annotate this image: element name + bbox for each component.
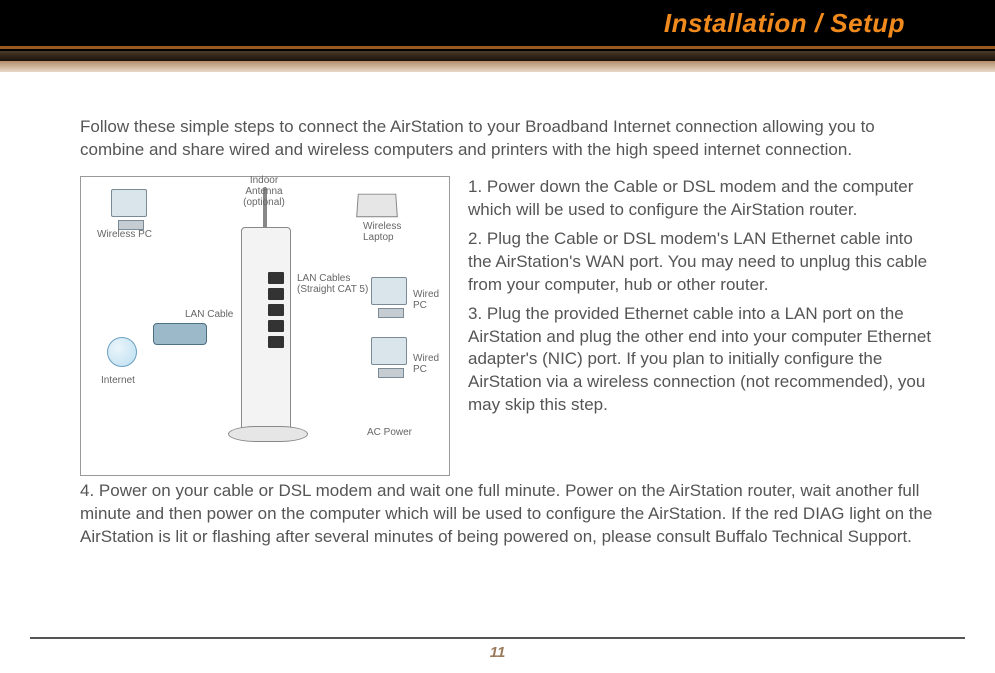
pc-icon (371, 277, 407, 305)
step-2: 2. Plug the Cable or DSL modem's LAN Eth… (468, 228, 940, 297)
label-ac-power: AC Power (367, 427, 412, 438)
label-text: Wireless (363, 221, 401, 232)
pc-icon (371, 337, 407, 365)
label-wireless-laptop: Wireless Laptop (363, 221, 401, 243)
label-text: Antenna (245, 186, 282, 197)
label-text: LAN Cables (297, 273, 350, 284)
modem-icon (153, 323, 207, 345)
page-title: Installation / Setup (664, 8, 905, 39)
header-stripe (0, 51, 995, 61)
label-text: Laptop (363, 232, 394, 243)
laptop-icon (356, 194, 398, 218)
label-lan-cables: LAN Cables (Straight CAT 5) (297, 273, 368, 295)
internet-icon (107, 337, 137, 367)
label-text: Indoor (250, 175, 278, 186)
connection-diagram: Indoor Antenna (optional) Wireless PC Wi… (80, 176, 450, 476)
intro-paragraph: Follow these simple steps to connect the… (80, 116, 940, 162)
step-4: 4. Power on your cable or DSL modem and … (80, 480, 940, 549)
lan-port-icon (268, 288, 284, 300)
diagram-wrap: Indoor Antenna (optional) Wireless PC Wi… (80, 176, 450, 476)
header-band: Installation / Setup (0, 0, 995, 72)
body-row: Indoor Antenna (optional) Wireless PC Wi… (80, 176, 940, 476)
wan-port-icon (268, 272, 284, 284)
step-3: 3. Plug the provided Ethernet cable into… (468, 303, 940, 418)
pc-icon (111, 189, 147, 217)
lan-port-icon (268, 320, 284, 332)
lan-port-icon (268, 336, 284, 348)
label-wired-pc: Wired PC (413, 289, 449, 311)
header-stripe (0, 46, 995, 49)
router-icon (241, 227, 291, 437)
label-text: (optional) (243, 197, 285, 208)
content-area: Follow these simple steps to connect the… (0, 72, 995, 549)
label-wired-pc-2: Wired PC (413, 353, 449, 375)
steps-column: 1. Power down the Cable or DSL modem and… (468, 176, 940, 476)
label-indoor-antenna: Indoor Antenna (optional) (229, 175, 299, 208)
footer-rule (30, 637, 965, 639)
label-lan-cable: LAN Cable (185, 309, 233, 320)
label-internet: Internet (101, 375, 135, 386)
step-1: 1. Power down the Cable or DSL modem and… (468, 176, 940, 222)
lan-port-icon (268, 304, 284, 316)
page-number: 11 (490, 644, 506, 661)
label-text: (Straight CAT 5) (297, 284, 368, 295)
label-wireless-pc: Wireless PC (97, 229, 152, 240)
header-stripe (0, 61, 995, 72)
